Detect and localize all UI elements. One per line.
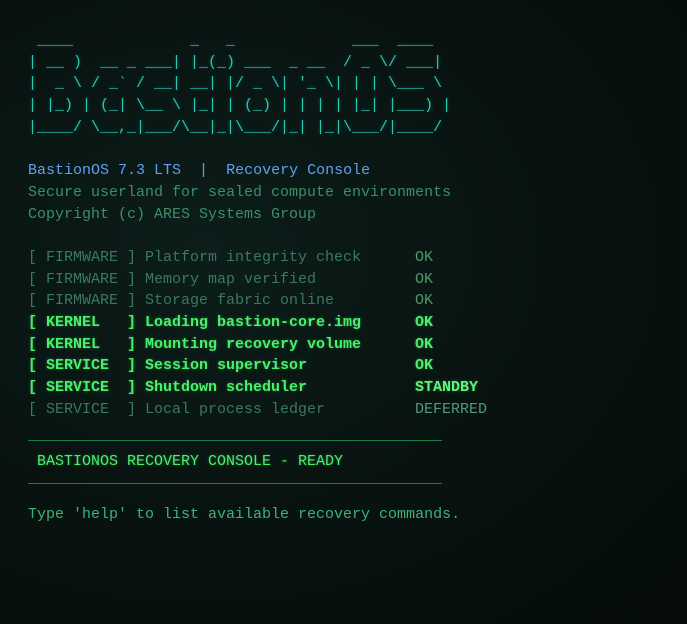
divider-top (28, 440, 442, 442)
boot-log-entry: [ KERNEL ] Mounting recovery volume OK (28, 334, 668, 356)
log-tag: [ SERVICE ] (28, 379, 137, 396)
boot-log-entry: [ SERVICE ] Shutdown scheduler STANDBY (28, 377, 668, 399)
log-status: OK (415, 292, 434, 310)
log-status: DEFERRED (415, 400, 488, 418)
log-message: Storage fabric online (145, 292, 335, 310)
ready-banner: BASTIONOS RECOVERY CONSOLE - READY (37, 453, 344, 471)
log-message: Loading bastion-core.img (145, 313, 362, 331)
terminal-window[interactable]: ____ _ _ ___ ____ | __ ) __ _ ___| |_(_)… (28, 30, 668, 526)
log-message: Shutdown scheduler (145, 379, 308, 396)
ascii-logo-line: | _ \ / _` / __| __| |/ _ \| '_ \| | | \… (28, 75, 452, 93)
log-tag: [ FIRMWARE ] (28, 270, 137, 288)
ascii-logo-line: | __ ) __ _ ___| |_(_) ___ _ __ / _ \/ _… (28, 53, 452, 71)
log-message: Memory map verified (145, 270, 317, 288)
log-status: OK (415, 270, 434, 288)
log-tag: [ FIRMWARE ] (28, 292, 137, 310)
log-tag: [ KERNEL ] (28, 313, 137, 331)
prompt-hint: Type 'help' to list available recovery c… (28, 506, 461, 524)
boot-log-entry: [ FIRMWARE ] Memory map verified OK (28, 269, 668, 291)
log-tag: [ KERNEL ] (28, 335, 137, 353)
boot-log-entry: [ SERVICE ] Local process ledger DEFERRED (28, 399, 668, 421)
product-name: BastionOS 7.3 LTS (28, 162, 182, 180)
header-separator: | (199, 162, 209, 180)
ascii-logo-line: | |_) | (_| \__ \ |_| | (_) | | | | |_| … (28, 97, 452, 115)
boot-log-entry: [ KERNEL ] Loading bastion-core.img OK (28, 312, 668, 334)
log-status: OK (415, 335, 434, 353)
log-status: OK (415, 357, 434, 375)
boot-log-entry: [ FIRMWARE ] Platform integrity check OK (28, 247, 668, 269)
log-status: OK (415, 313, 434, 331)
ascii-logo: ____ _ _ ___ ____ | __ ) __ _ ___| |_(_)… (28, 30, 668, 138)
log-message: Platform integrity check (145, 248, 362, 266)
log-message: Mounting recovery volume (145, 335, 362, 353)
log-tag: [ FIRMWARE ] (28, 248, 137, 266)
log-tag: [ SERVICE ] (28, 400, 137, 418)
boot-log: [ FIRMWARE ] Platform integrity check OK [… (28, 247, 668, 421)
log-message: Local process ledger (145, 400, 326, 418)
product-line: BastionOS 7.3 LTS | Recovery Console (28, 160, 668, 182)
log-message: Session supervisor (145, 357, 308, 375)
boot-log-entry: [ FIRMWARE ] Storage fabric online OK (28, 290, 668, 312)
log-status: OK (415, 248, 434, 266)
console-name: Recovery Console (226, 162, 371, 180)
log-status: STANDBY (415, 379, 479, 396)
ascii-logo-line: |____/ \__,_|___/\__|_|\___/|_| |_|\___/… (28, 118, 452, 136)
log-tag: [ SERVICE ] (28, 357, 137, 375)
ascii-logo-line: ____ _ _ ___ ____ (28, 32, 452, 49)
tagline: Secure userland for sealed compute envir… (28, 183, 452, 201)
copyright: Copyright (c) ARES Systems Group (28, 205, 317, 223)
divider-bottom (28, 483, 442, 485)
boot-log-entry: [ SERVICE ] Session supervisor OK (28, 355, 668, 377)
